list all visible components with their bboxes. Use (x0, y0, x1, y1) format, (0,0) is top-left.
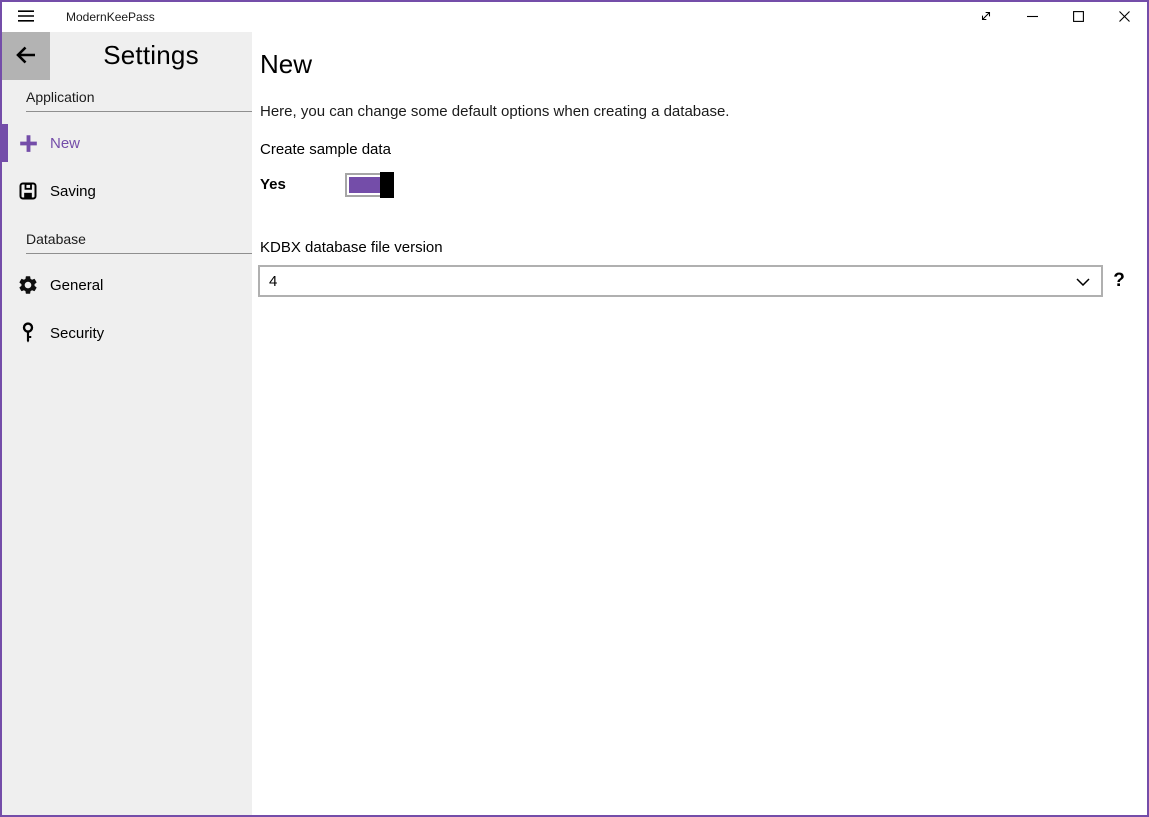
section-header-application: Application (26, 89, 252, 112)
minimize-button[interactable] (1009, 2, 1055, 32)
app-body: Settings Application New (2, 32, 1147, 815)
maximize-icon (1073, 10, 1084, 25)
dropdown-selected-value: 4 (269, 273, 277, 290)
sidebar-item-label: General (50, 277, 103, 294)
sidebar-title: Settings (50, 32, 252, 80)
settings-sidebar: Settings Application New (2, 32, 252, 815)
key-icon (16, 321, 40, 345)
maximize-button[interactable] (1055, 2, 1101, 32)
page-title: New (260, 49, 1135, 80)
create-sample-data-toggle[interactable] (345, 173, 385, 197)
close-button[interactable] (1101, 2, 1147, 32)
create-sample-data-row: Yes (260, 171, 1135, 198)
chevron-down-icon (1076, 273, 1090, 290)
back-button[interactable] (2, 32, 50, 80)
toggle-state-label: Yes (260, 176, 345, 193)
toggle-track (345, 173, 385, 197)
app-window: ModernKeePass (0, 0, 1149, 817)
hamburger-menu-button[interactable] (2, 2, 50, 32)
minimize-icon (1027, 10, 1038, 25)
toggle-fill (349, 177, 381, 193)
toggle-thumb[interactable] (380, 172, 394, 198)
window-controls (963, 2, 1147, 32)
gear-icon (16, 273, 40, 297)
hamburger-icon (16, 6, 36, 29)
fullscreen-button[interactable] (963, 2, 1009, 32)
sidebar-item-security[interactable]: Security (2, 309, 252, 357)
sidebar-item-label: Security (50, 325, 104, 342)
sidebar-header: Settings (2, 32, 252, 80)
settings-new-page: New Here, you can change some default op… (252, 32, 1147, 815)
sidebar-item-saving[interactable]: Saving (2, 167, 252, 215)
plus-icon (16, 131, 40, 155)
database-nav-group: General Security (2, 261, 252, 357)
kdbx-version-dropdown[interactable]: 4 (258, 265, 1103, 297)
kdbx-version-row: 4 ? (258, 265, 1135, 297)
close-icon (1119, 10, 1130, 25)
kdbx-version-label: KDBX database file version (260, 239, 1135, 256)
back-arrow-icon (14, 43, 38, 70)
page-description: Here, you can change some default option… (260, 103, 1135, 120)
sidebar-item-general[interactable]: General (2, 261, 252, 309)
expand-icon (979, 9, 993, 26)
window-title: ModernKeePass (66, 10, 155, 24)
sidebar-item-label: New (50, 135, 80, 152)
titlebar: ModernKeePass (2, 2, 1147, 32)
create-sample-data-label: Create sample data (260, 141, 1135, 158)
sidebar-item-new[interactable]: New (2, 119, 252, 167)
help-button[interactable]: ? (1103, 270, 1135, 292)
section-header-database: Database (26, 231, 252, 254)
save-icon (16, 179, 40, 203)
sidebar-item-label: Saving (50, 183, 96, 200)
application-nav-group: New Saving (2, 119, 252, 215)
